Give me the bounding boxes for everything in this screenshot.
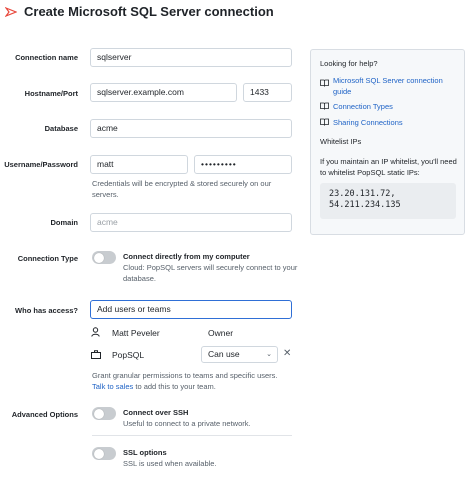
ssh-desc: Useful to connect to a private network. [123, 419, 251, 428]
ssl-desc: SSL is used when available. [123, 459, 217, 468]
credentials-help-text: Credentials will be encrypted & stored s… [92, 179, 272, 199]
connect-directly-desc: Cloud: PopSQL servers will securely conn… [123, 263, 298, 283]
toggle-knob [93, 408, 104, 419]
talk-to-sales-link[interactable]: Talk to sales [92, 382, 133, 391]
advanced-divider [92, 435, 292, 436]
ssl-toggle[interactable] [92, 447, 116, 460]
chevron-down-icon: ⌄ [266, 351, 272, 358]
hostname-input[interactable]: sqlserver.example.com [90, 83, 237, 102]
connect-directly-toggle[interactable] [92, 251, 116, 264]
connection-name-label: Connection name [15, 53, 78, 62]
popsql-logo-icon [5, 6, 17, 18]
team-permission-value: Can use [208, 349, 240, 359]
sharing-connections-link[interactable]: Sharing Connections [333, 117, 403, 128]
whitelist-text: If you maintain an IP whitelist, you'll … [320, 157, 457, 177]
access-label: Who has access? [15, 306, 78, 315]
dialog-header: Create Microsoft SQL Server connection [0, 0, 474, 26]
hostname-port-label: Hostname/Port [24, 89, 78, 98]
database-input[interactable]: acme [90, 119, 292, 138]
connection-types-link[interactable]: Connection Types [333, 101, 393, 112]
whitelist-ip-list: 23.20.131.72, 54.211.234.135 [320, 183, 456, 219]
access-help-line1: Grant granular permissions to teams and … [92, 371, 278, 380]
help-panel: Looking for help? Microsoft SQL Server c… [310, 49, 465, 235]
advanced-options-label: Advanced Options [11, 410, 78, 419]
username-password-label: Username/Password [4, 160, 78, 169]
book-icon [320, 79, 329, 87]
book-icon [320, 118, 329, 126]
domain-label: Domain [50, 218, 78, 227]
sql-server-guide-link[interactable]: Microsoft SQL Server connection guide [333, 75, 458, 97]
database-label: Database [44, 124, 78, 133]
team-briefcase-icon [91, 350, 101, 359]
toggle-knob [93, 252, 104, 263]
access-help-line2: Talk to sales to add this to your team. [92, 381, 292, 392]
domain-input[interactable]: acme [90, 213, 292, 232]
user-icon [91, 327, 100, 337]
ssh-toggle[interactable] [92, 407, 116, 420]
page-title: Create Microsoft SQL Server connection [24, 4, 274, 19]
connect-directly-title: Connect directly from my computer [123, 252, 250, 261]
access-help-suffix: to add this to your team. [135, 382, 216, 391]
access-user-name: Matt Peveler [112, 328, 160, 338]
connection-type-label: Connection Type [17, 254, 78, 263]
whitelist-title: Whitelist IPs [320, 137, 362, 146]
book-icon [320, 102, 329, 110]
port-input[interactable]: 1433 [243, 83, 292, 102]
connection-name-input[interactable]: sqlserver [90, 48, 292, 67]
access-team-name: PopSQL [112, 350, 145, 360]
add-users-input[interactable]: Add users or teams [90, 300, 292, 319]
username-input[interactable]: matt [90, 155, 188, 174]
team-permission-select[interactable]: Can use ⌄ [201, 346, 278, 363]
access-user-role: Owner [208, 328, 234, 338]
ssl-title: SSL options [123, 448, 167, 457]
toggle-knob [93, 448, 104, 459]
remove-team-icon[interactable]: ✕ [283, 348, 291, 359]
ssh-title: Connect over SSH [123, 408, 189, 417]
password-input[interactable]: ••••••••• [194, 155, 292, 174]
help-panel-title: Looking for help? [320, 59, 378, 68]
